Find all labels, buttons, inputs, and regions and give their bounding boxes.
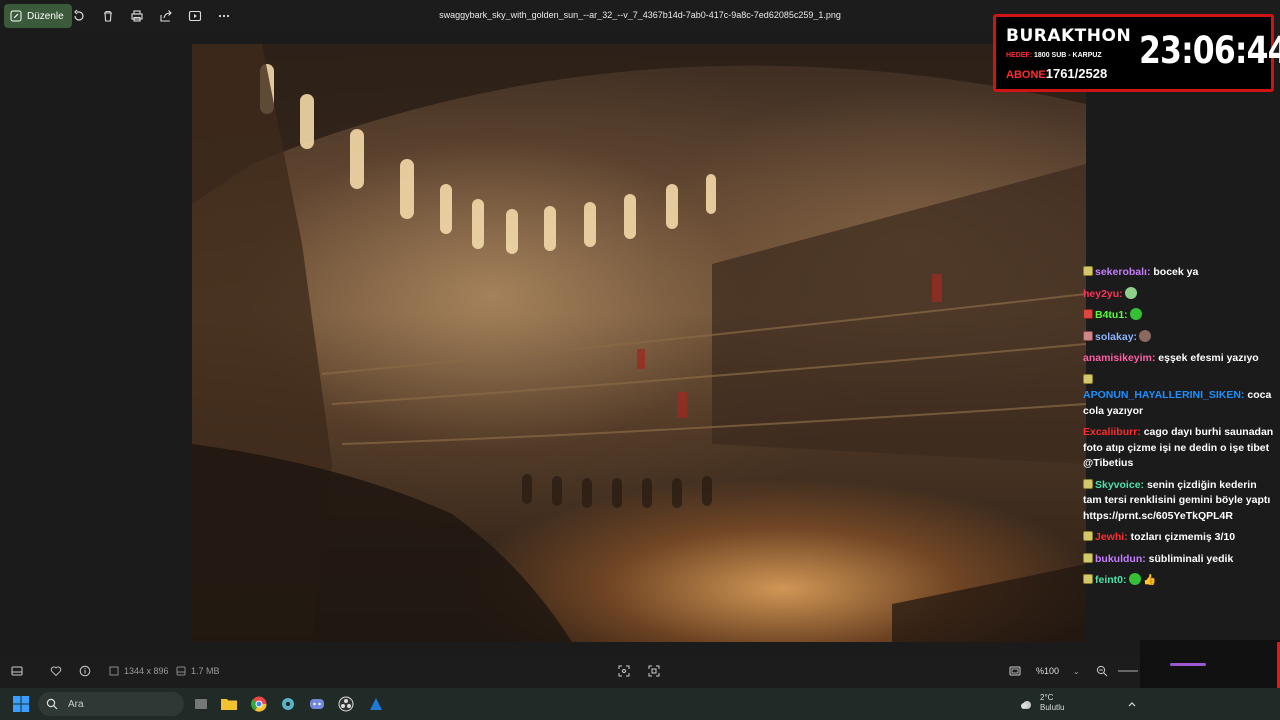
storage-icon — [176, 666, 186, 676]
editor-app-icon[interactable] — [366, 694, 386, 714]
weather-icon — [1016, 694, 1036, 714]
app-gear-icon[interactable] — [278, 694, 298, 714]
chat-badge-icon — [1083, 330, 1093, 341]
chat-username[interactable]: anamisikeyim: — [1083, 352, 1155, 364]
chat-username[interactable]: Jewhi: — [1095, 531, 1128, 543]
overlay-subscriber-count: ABONE1761/2528 — [1006, 66, 1108, 81]
chat-message: solakay: — [1083, 329, 1278, 346]
fit-to-window-icon[interactable] — [618, 665, 630, 677]
zoom-slider[interactable] — [1118, 670, 1138, 672]
chrome-icon[interactable] — [249, 694, 269, 714]
more-icon[interactable] — [216, 8, 232, 24]
obs-icon[interactable] — [336, 694, 356, 714]
windows-taskbar: Ara 2°C Bulutlu — [0, 688, 1280, 720]
chat-username[interactable]: hey2yu: — [1083, 288, 1123, 300]
weather-temperature: 2°C — [1040, 693, 1054, 702]
overlay-title: BURAKTHON — [1006, 26, 1132, 46]
delete-icon[interactable] — [100, 8, 116, 24]
search-icon — [46, 698, 58, 710]
chat-badge-icon — [1083, 552, 1093, 563]
chat-message: bukuldun: sübliminali yedik — [1083, 552, 1278, 568]
chat-badge-icon — [1083, 531, 1093, 541]
chat-emote-icon — [1129, 308, 1142, 320]
weather-widget[interactable]: 2°C Bulutlu — [1040, 693, 1064, 713]
displayed-image — [192, 44, 1086, 642]
task-view-icon[interactable] — [191, 694, 211, 714]
chat-message: sekerobalı: bocek ya — [1083, 265, 1278, 281]
chat-badge-icon — [1083, 309, 1093, 319]
chat-text: eşşek efesmi yazıyo — [1155, 352, 1259, 364]
chat-username[interactable]: APONUN_HAYALLERINI_SIKEN: — [1083, 389, 1244, 401]
zoom-out-icon[interactable] — [1096, 665, 1108, 677]
viewer-status-bar: 1344 x 896 1.7 MB %100 ⌄ — [0, 654, 1280, 688]
chat-text: 👍 — [1140, 574, 1157, 586]
chat-message: Excaliiburr: cago dayı burhi saunadan fo… — [1083, 425, 1278, 472]
chat-message: hey2yu: — [1083, 286, 1278, 303]
overlay-timer: 23:06:44 — [1139, 29, 1280, 72]
chat-message: Skyvoice: senin çizdiğin kederin tam ter… — [1083, 478, 1278, 525]
chat-username[interactable]: B4tu1: — [1095, 309, 1128, 321]
chat-badge-icon — [1083, 478, 1093, 489]
edit-button[interactable]: Düzenle — [4, 4, 72, 28]
discord-icon[interactable] — [307, 694, 327, 714]
chat-username[interactable]: solakay: — [1095, 331, 1137, 343]
chat-text: tozları çizmemiş 3/10 — [1127, 531, 1236, 543]
chat-message: Jewhi: tozları çizmemiş 3/10 — [1083, 530, 1278, 546]
weather-condition: Bulutlu — [1040, 703, 1065, 712]
dimensions-icon — [109, 666, 119, 676]
chat-username[interactable]: Skyvoice: — [1095, 479, 1144, 491]
image-dimensions: 1344 x 896 — [108, 665, 169, 677]
chat-text: bocek ya — [1150, 266, 1199, 278]
file-size: 1.7 MB — [175, 665, 220, 677]
share-icon[interactable] — [158, 8, 174, 24]
chat-username[interactable]: bukuldun: — [1095, 553, 1146, 565]
edit-button-label: Düzenle — [27, 10, 64, 22]
zoom-select[interactable]: %100 ⌄ — [1030, 662, 1085, 680]
print-icon[interactable] — [129, 8, 145, 24]
chat-message: feint0: 👍 — [1083, 573, 1278, 589]
rotate-icon[interactable] — [71, 8, 87, 24]
fullscreen-icon[interactable] — [1009, 665, 1021, 677]
chat-text: sübliminali yedik — [1145, 552, 1234, 565]
chat-username[interactable]: feint0: — [1095, 574, 1127, 586]
chat-message: anamisikeyim: eşşek efesmi yazıyo — [1083, 351, 1278, 367]
taskbar-search[interactable]: Ara — [38, 692, 184, 716]
chat-message: APONUN_HAYALLERINI_SIKEN: coca cola yazı… — [1083, 373, 1278, 420]
overlay-goal: HEDEF: 1800 SUB - KARPUZ — [1006, 52, 1102, 59]
chat-badge-icon — [1083, 574, 1093, 584]
file-explorer-icon[interactable] — [219, 694, 239, 714]
slideshow-icon[interactable] — [187, 8, 203, 24]
colosseum-illustration — [192, 44, 1086, 642]
file-name: swaggybark_sky_with_golden_sun_--ar_32_-… — [439, 10, 841, 20]
chat-emote-icon — [1128, 573, 1141, 585]
filmstrip-icon[interactable] — [11, 665, 23, 677]
stream-subathon-overlay: BURAKTHON HEDEF: 1800 SUB - KARPUZ ABONE… — [993, 14, 1280, 92]
edit-icon — [10, 10, 22, 22]
chat-emote-icon — [1139, 329, 1152, 342]
chevron-down-icon: ⌄ — [1073, 666, 1080, 676]
favorite-icon[interactable] — [50, 665, 62, 677]
chat-badge-icon — [1083, 266, 1093, 276]
chat-emote-icon — [1124, 286, 1137, 299]
windows-start-icon[interactable] — [11, 694, 31, 714]
chevron-up-icon[interactable] — [1122, 694, 1142, 714]
search-placeholder: Ara — [68, 698, 84, 710]
chat-message-list: sekerobalı: bocek ya hey2yu: B4tu1: solakay… — [1083, 265, 1278, 595]
webcam-accent-bar — [1170, 663, 1206, 666]
actual-size-icon[interactable] — [648, 665, 660, 677]
chat-badge-icon — [1083, 373, 1093, 384]
zoom-value: %100 — [1036, 666, 1060, 676]
chat-username[interactable]: Excaliiburr: — [1083, 426, 1141, 438]
chat-username[interactable]: sekerobalı: — [1095, 266, 1150, 278]
chat-message: B4tu1: — [1083, 308, 1278, 324]
info-icon[interactable] — [79, 665, 91, 677]
